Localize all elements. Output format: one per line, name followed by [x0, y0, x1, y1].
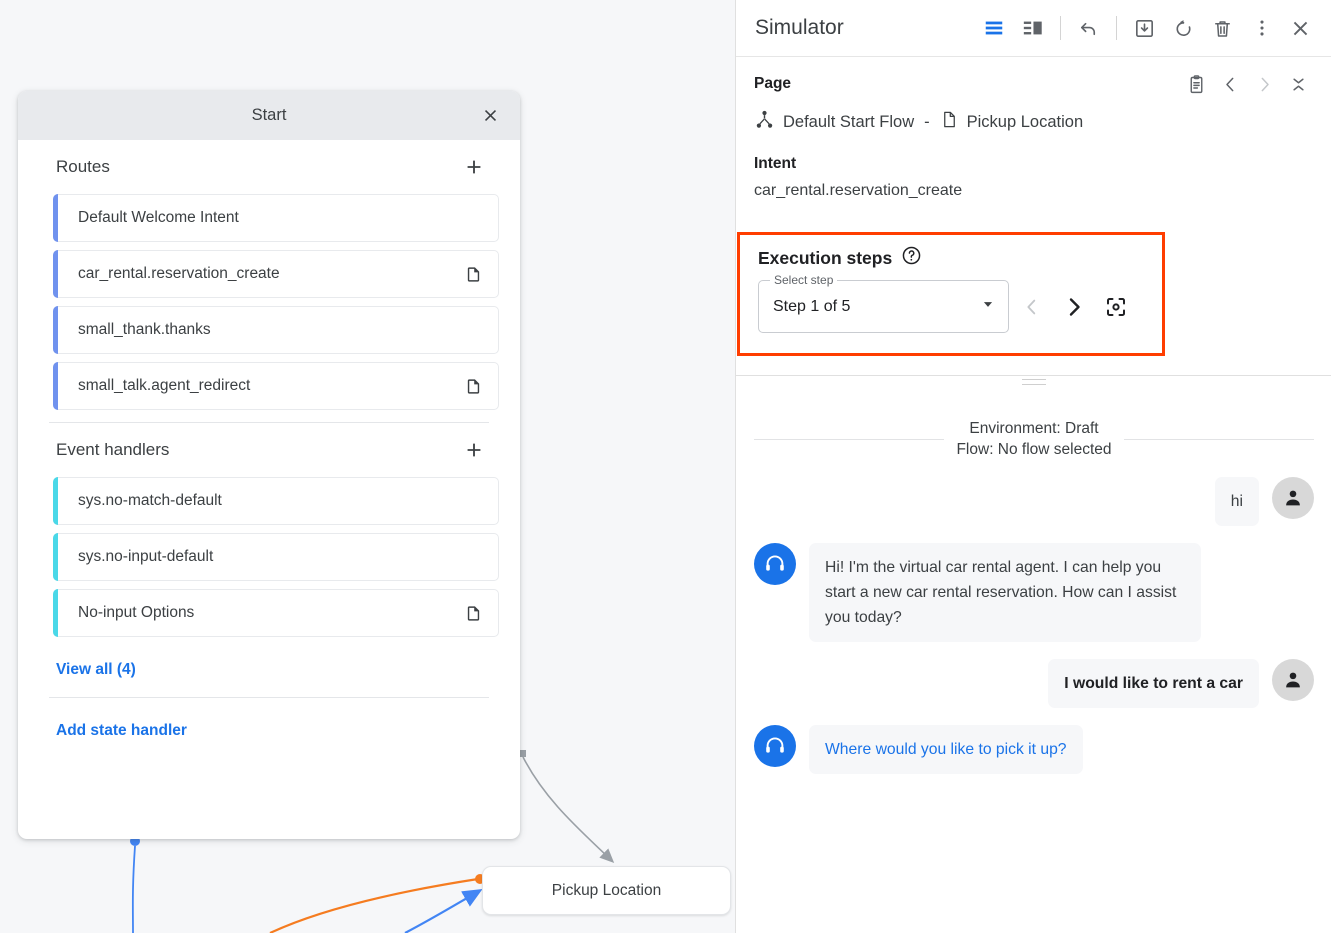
page-next-button[interactable]: [1249, 69, 1279, 99]
node-label: Pickup Location: [552, 882, 661, 900]
route-label: Default Welcome Intent: [78, 209, 484, 227]
event-handlers-section-header: Event handlers: [39, 423, 499, 477]
panel-title: Start: [252, 106, 287, 125]
route-item-0[interactable]: Default Welcome Intent: [53, 194, 499, 242]
pane-divider: [736, 375, 1331, 376]
page-header-row: Page: [754, 69, 1313, 99]
route-item-3[interactable]: small_talk.agent_redirect: [53, 362, 499, 410]
simulator-header: Simulator: [736, 0, 1331, 57]
avatar-user: [1272, 477, 1314, 519]
chat-message-user-1: I would like to rent a car: [754, 659, 1314, 708]
flow-icon: [754, 109, 775, 135]
chat-transcript: Environment: Draft Flow: No flow selecte…: [736, 392, 1331, 933]
chevron-down-icon[interactable]: [981, 297, 995, 316]
route-label: car_rental.reservation_create: [78, 265, 462, 283]
flow-line: Flow: No flow selected: [956, 441, 1111, 458]
chat-bubble: I would like to rent a car: [1048, 659, 1259, 708]
avatar-user: [1272, 659, 1314, 701]
select-step-label: Select step: [770, 273, 837, 287]
flow-canvas[interactable]: Pickup Location Start Routes De: [0, 0, 735, 933]
chat-message-user-0: hi: [754, 477, 1314, 526]
breadcrumb-page-name[interactable]: Pickup Location: [967, 113, 1084, 132]
routes-section-header: Routes: [39, 140, 499, 194]
intent-label: Intent: [754, 155, 1313, 173]
event-handlers-title: Event handlers: [56, 440, 169, 460]
chat-bubble[interactable]: Where would you like to pick it up?: [809, 725, 1083, 774]
prev-step-button[interactable]: [1012, 287, 1051, 326]
collapse-icon[interactable]: [1283, 69, 1313, 99]
panel-header: Start: [18, 91, 520, 140]
step-selector-row: Select step Step 1 of 5: [758, 280, 1162, 333]
route-item-2[interactable]: small_thank.thanks: [53, 306, 499, 354]
breadcrumb-separator: -: [924, 113, 930, 132]
event-handler-item-2[interactable]: No-input Options: [53, 589, 499, 637]
avatar-agent: [754, 543, 796, 585]
simulator-toolbar: [975, 10, 1319, 47]
next-step-button[interactable]: [1054, 287, 1093, 326]
event-handler-label: No-input Options: [78, 604, 462, 622]
view-all-link[interactable]: View all (4): [56, 661, 136, 678]
page-icon: [462, 375, 484, 397]
add-route-button[interactable]: [459, 152, 489, 182]
select-step-dropdown[interactable]: Select step Step 1 of 5: [758, 280, 1009, 333]
more-options-icon[interactable]: [1243, 10, 1280, 47]
divider-line-left: [754, 439, 944, 440]
event-handler-label: sys.no-input-default: [78, 548, 484, 566]
breadcrumb: Default Start Flow - Pickup Location: [754, 109, 1313, 135]
canvas-node-pickup-location[interactable]: Pickup Location: [482, 866, 731, 915]
page-icon: [462, 263, 484, 285]
event-handler-item-1[interactable]: sys.no-input-default: [53, 533, 499, 581]
divider-line-right: [1124, 439, 1314, 440]
center-focus-icon[interactable]: [1096, 287, 1135, 326]
routes-title: Routes: [56, 157, 110, 177]
split-view-icon[interactable]: [1014, 10, 1051, 47]
environment-line: Environment: Draft: [969, 420, 1098, 437]
breadcrumb-flow-name[interactable]: Default Start Flow: [783, 113, 914, 132]
page-prev-button[interactable]: [1215, 69, 1245, 99]
chat-message-agent-0: Hi! I'm the virtual car rental agent. I …: [754, 543, 1314, 642]
select-step-value: Step 1 of 5: [773, 298, 850, 316]
undo-icon[interactable]: [1070, 10, 1107, 47]
page-section: Page: [736, 57, 1331, 200]
download-icon[interactable]: [1126, 10, 1163, 47]
delete-icon[interactable]: [1204, 10, 1241, 47]
restart-icon[interactable]: [1165, 10, 1202, 47]
add-state-handler-row: Add state handler: [39, 698, 499, 740]
chat-bubble: hi: [1215, 477, 1259, 526]
page-icon: [940, 110, 959, 134]
page-label: Page: [754, 75, 791, 93]
execution-steps-title: Execution steps: [758, 248, 892, 269]
pane-drag-handle[interactable]: [1022, 379, 1046, 389]
avatar-agent: [754, 725, 796, 767]
close-icon[interactable]: [1282, 10, 1319, 47]
add-state-handler-link[interactable]: Add state handler: [56, 722, 187, 739]
clipboard-icon[interactable]: [1181, 69, 1211, 99]
execution-steps-header: Execution steps: [758, 245, 1162, 271]
chat-message-agent-1: Where would you like to pick it up?: [754, 725, 1314, 774]
environment-info: Environment: Draft Flow: No flow selecte…: [944, 418, 1123, 460]
toolbar-separator: [1060, 16, 1061, 40]
environment-divider: Environment: Draft Flow: No flow selecte…: [754, 418, 1314, 460]
route-item-1[interactable]: car_rental.reservation_create: [53, 250, 499, 298]
view-all-row: View all (4): [39, 645, 499, 685]
event-handler-item-0[interactable]: sys.no-match-default: [53, 477, 499, 525]
help-icon[interactable]: [901, 245, 922, 271]
close-icon[interactable]: [476, 102, 504, 130]
execution-steps-panel: Execution steps Select step Step 1 of 5: [737, 232, 1165, 356]
chat-bubble: Hi! I'm the virtual car rental agent. I …: [809, 543, 1201, 642]
route-label: small_thank.thanks: [78, 321, 484, 339]
simulator-title: Simulator: [755, 16, 844, 40]
intent-value: car_rental.reservation_create: [754, 182, 1313, 200]
simulator-panel: Simulator: [735, 0, 1331, 933]
list-view-icon[interactable]: [975, 10, 1012, 47]
add-event-handler-button[interactable]: [459, 435, 489, 465]
page-nav: [1181, 69, 1313, 99]
page-icon: [462, 602, 484, 624]
start-page-panel[interactable]: Start Routes Default Welcome Intent: [18, 91, 520, 839]
route-label: small_talk.agent_redirect: [78, 377, 462, 395]
toolbar-separator: [1116, 16, 1117, 40]
event-handler-label: sys.no-match-default: [78, 492, 484, 510]
